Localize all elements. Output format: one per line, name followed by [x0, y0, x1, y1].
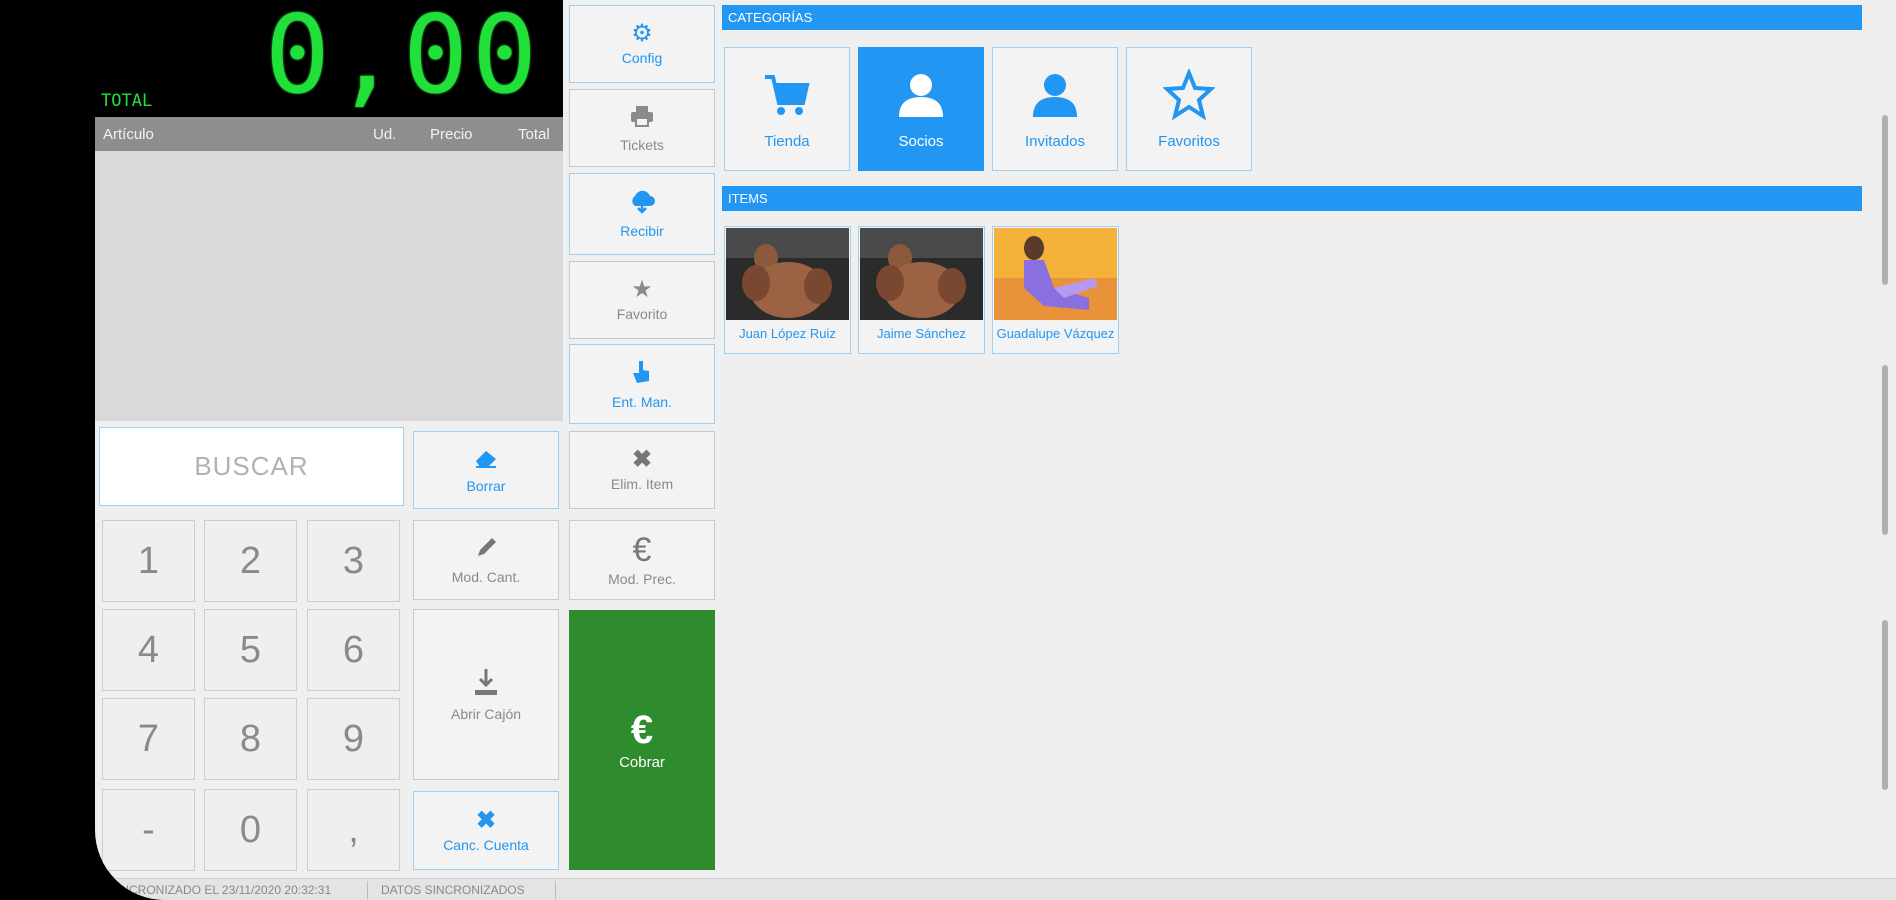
status-divider [555, 881, 556, 899]
total-display: 0,00 TOTAL [95, 0, 563, 117]
status-divider [367, 881, 368, 899]
key-6[interactable]: 6 [307, 609, 400, 691]
ticket-list[interactable] [95, 151, 563, 421]
key-0[interactable]: 0 [204, 789, 297, 871]
borrar-button[interactable]: Borrar [413, 431, 559, 509]
items-header: ITEMS [722, 186, 1862, 211]
favorito-button[interactable]: ★ Favorito [569, 261, 715, 339]
star-icon [1163, 68, 1215, 120]
key-1[interactable]: 1 [102, 520, 195, 602]
close-icon: ✖ [631, 446, 653, 473]
total-amount: 0,00 [264, 0, 541, 118]
key-2[interactable]: 2 [204, 520, 297, 602]
category-favoritos[interactable]: Favoritos [1126, 47, 1252, 171]
search-input[interactable]: BUSCAR [99, 427, 404, 506]
euro-icon: € [632, 531, 652, 569]
items-scrollbar[interactable] [1882, 365, 1888, 535]
eraser-icon [472, 447, 500, 474]
item-card[interactable]: Guadalupe Vázquez [992, 226, 1119, 354]
category-socios[interactable]: Socios [858, 47, 984, 171]
member-photo [860, 228, 983, 320]
hand-pointer-icon [631, 359, 653, 390]
pencil-icon [474, 536, 498, 565]
mod-prec-button[interactable]: € Mod. Prec. [569, 520, 715, 600]
elim-item-button[interactable]: ✖ Elim. Item [569, 431, 715, 509]
gear-icon: ⚙ [631, 20, 653, 47]
star-icon: ★ [631, 276, 653, 303]
cobrar-button[interactable]: € Cobrar [569, 610, 715, 870]
pos-screen: 0,00 TOTAL Artículo Ud. Precio Total ⚙ C… [95, 0, 1896, 900]
key-comma[interactable]: , [307, 789, 400, 871]
config-button[interactable]: ⚙ Config [569, 5, 715, 83]
categories-header: CATEGORÍAS [722, 5, 1862, 30]
key-5[interactable]: 5 [204, 609, 297, 691]
ent-man-button[interactable]: Ent. Man. [569, 344, 715, 424]
data-status: DATOS SINCRONIZADOS [381, 883, 525, 897]
mod-cant-button[interactable]: Mod. Cant. [413, 520, 559, 600]
cloud-download-icon [628, 190, 656, 219]
printer-icon [629, 104, 655, 133]
recibir-button[interactable]: Recibir [569, 173, 715, 255]
key-9[interactable]: 9 [307, 698, 400, 780]
key-minus[interactable]: - [102, 789, 195, 871]
category-invitados[interactable]: Invitados [992, 47, 1118, 171]
download-icon [472, 667, 500, 702]
ticket-header: Artículo Ud. Precio Total [95, 117, 563, 151]
abrir-cajon-button[interactable]: Abrir Cajón [413, 609, 559, 780]
total-label: TOTAL [101, 91, 153, 111]
column-precio: Precio [430, 126, 473, 143]
status-bar: SINCRONIZADO EL 23/11/2020 20:32:31 DATO… [95, 878, 1896, 900]
user-icon [899, 73, 943, 117]
canc-cuenta-button[interactable]: ✖ Canc. Cuenta [413, 791, 559, 870]
column-ud: Ud. [373, 126, 397, 143]
key-3[interactable]: 3 [307, 520, 400, 602]
tickets-button[interactable]: Tickets [569, 89, 715, 167]
member-photo [726, 228, 849, 320]
item-card[interactable]: Jaime Sánchez [858, 226, 985, 354]
items-scrollbar-lower[interactable] [1882, 620, 1888, 790]
key-4[interactable]: 4 [102, 609, 195, 691]
column-articulo: Artículo [103, 126, 154, 143]
member-photo [994, 228, 1117, 320]
categories-scrollbar[interactable] [1882, 115, 1888, 285]
column-total: Total [518, 126, 550, 143]
euro-icon: € [630, 707, 654, 752]
user-icon [1033, 73, 1077, 117]
category-tienda[interactable]: Tienda [724, 47, 850, 171]
close-icon: ✖ [475, 806, 497, 834]
sync-status: SINCRONIZADO EL 23/11/2020 20:32:31 [109, 883, 332, 897]
key-7[interactable]: 7 [102, 698, 195, 780]
key-8[interactable]: 8 [204, 698, 297, 780]
cart-icon [765, 74, 810, 115]
item-card[interactable]: Juan López Ruiz [724, 226, 851, 354]
